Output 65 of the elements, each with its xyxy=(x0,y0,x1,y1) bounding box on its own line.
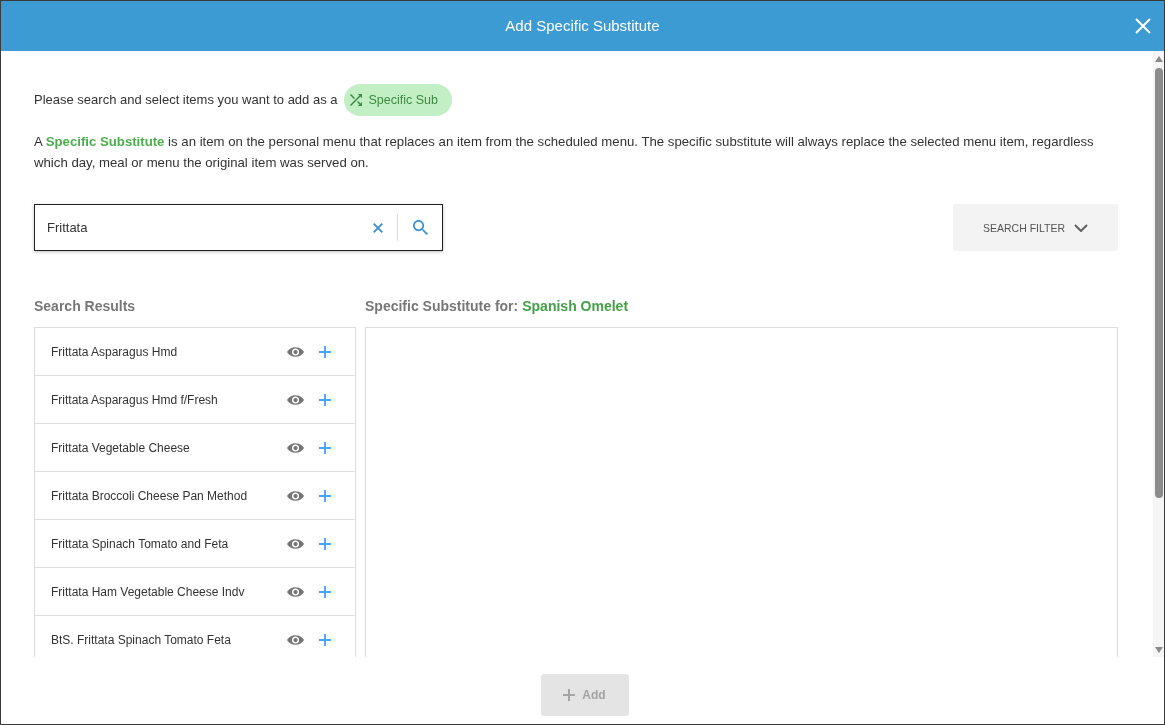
result-item[interactable]: Frittata Spinach Tomato and Feta xyxy=(35,520,355,568)
scroll-down-icon[interactable] xyxy=(1154,647,1163,653)
substitute-heading: Specific Substitute for: xyxy=(365,297,519,316)
shuffle-icon xyxy=(349,94,362,106)
eye-icon xyxy=(287,634,304,646)
add-item-button[interactable] xyxy=(319,490,331,502)
search-button[interactable] xyxy=(413,220,428,235)
clear-icon xyxy=(373,222,383,233)
tag-label: Specific Sub xyxy=(368,92,438,108)
preview-button[interactable] xyxy=(287,538,304,550)
plus-icon xyxy=(319,586,331,598)
item-name: Frittata Asparagus Hmd f/Fresh xyxy=(51,392,219,408)
plus-icon xyxy=(319,394,331,406)
eye-icon xyxy=(287,442,304,454)
eye-icon xyxy=(287,346,304,358)
add-item-button[interactable] xyxy=(319,538,331,550)
preview-button[interactable] xyxy=(287,394,304,406)
preview-button[interactable] xyxy=(287,346,304,358)
scroll-up-icon[interactable] xyxy=(1154,56,1163,62)
preview-button[interactable] xyxy=(287,634,304,646)
result-item[interactable]: Frittata Broccoli Cheese Pan Method xyxy=(35,472,355,520)
chevron-down-icon xyxy=(1074,223,1089,232)
item-name: Frittata Asparagus Hmd xyxy=(51,344,179,360)
result-item[interactable]: Frittata Ham Vegetable Cheese Indv xyxy=(35,568,355,616)
add-item-button[interactable] xyxy=(319,586,331,598)
search-field[interactable]: Frittata xyxy=(35,205,373,250)
substitute-item-name: Spanish Omelet xyxy=(522,297,629,316)
eye-icon xyxy=(287,490,304,502)
description-text: A Specific Substitute is an item on the personal menu that replaces an item from the scheduled menu. The specific substitute will always replace the selected menu item, regardless which day, meal or menu the original item was served on. xyxy=(34,133,1095,172)
item-name: Frittata Ham Vegetable Cheese Indv xyxy=(51,584,246,600)
add-item-button[interactable] xyxy=(319,394,331,406)
plus-icon xyxy=(319,634,331,646)
result-item[interactable]: Frittata Asparagus Hmd xyxy=(35,328,355,376)
eye-icon xyxy=(287,586,304,598)
add-item-button[interactable] xyxy=(319,634,331,646)
eye-icon xyxy=(287,538,304,550)
add-item-button[interactable] xyxy=(319,442,331,454)
plus-icon xyxy=(319,490,331,502)
close-icon xyxy=(1135,18,1151,34)
preview-button[interactable] xyxy=(287,442,304,454)
result-item[interactable]: Frittata Asparagus Hmd f/Fresh xyxy=(35,376,355,424)
item-name: Frittata Broccoli Cheese Pan Method xyxy=(51,488,249,504)
close-button[interactable] xyxy=(1135,18,1151,34)
preview-button[interactable] xyxy=(287,490,304,502)
search-filter-button[interactable]: SEARCH FILTER xyxy=(953,204,1118,251)
result-item[interactable]: BtS. Frittata Spinach Tomato Feta xyxy=(35,616,355,657)
preview-button[interactable] xyxy=(287,586,304,598)
clear-button[interactable] xyxy=(373,222,383,233)
scrollbar[interactable] xyxy=(1153,51,1164,657)
scrollbar-thumb[interactable] xyxy=(1154,68,1163,498)
plus-icon xyxy=(319,346,331,358)
search-icon xyxy=(413,220,428,235)
add-item-button[interactable] xyxy=(319,346,331,358)
plus-icon xyxy=(563,689,576,701)
search-box[interactable]: Frittata xyxy=(34,204,443,251)
result-item[interactable]: Frittata Vegetable Cheese xyxy=(35,424,355,472)
eye-icon xyxy=(287,394,304,406)
item-name: Frittata Vegetable Cheese xyxy=(51,440,191,456)
dialog-title: Add Specific Substitute xyxy=(505,17,660,35)
results-heading: Search Results xyxy=(34,297,136,316)
plus-icon xyxy=(319,442,331,454)
plus-icon xyxy=(319,538,331,550)
item-name: BtS. Frittata Spinach Tomato Feta xyxy=(51,632,232,648)
intro-text: Please search and select items you want to add as a xyxy=(34,92,338,108)
item-name: Frittata Spinach Tomato and Feta xyxy=(51,536,230,552)
